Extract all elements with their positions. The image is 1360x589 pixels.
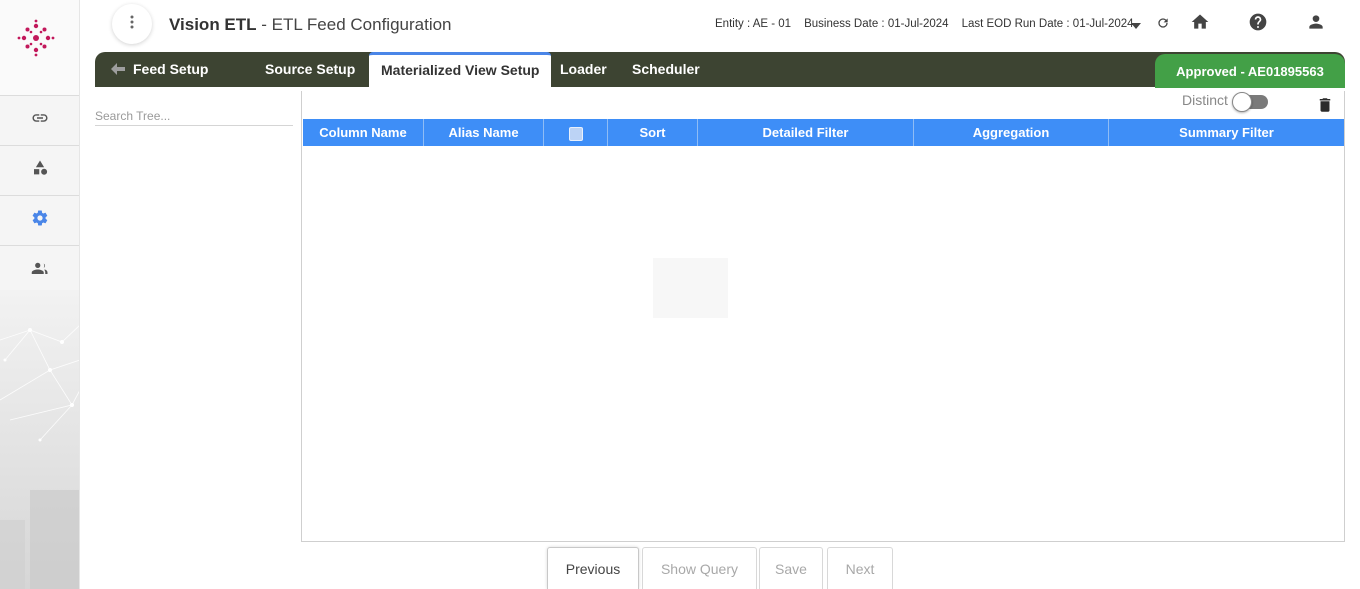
business-date-label: Business Date : bbox=[804, 18, 885, 30]
app-name: Vision ETL bbox=[169, 15, 257, 34]
sidebar-item-settings[interactable] bbox=[0, 195, 79, 245]
tab-source-setup[interactable]: Source Setup bbox=[265, 52, 355, 87]
distinct-toggle-knob bbox=[1232, 92, 1252, 112]
trash-icon bbox=[1316, 98, 1334, 118]
link-icon bbox=[31, 109, 49, 132]
column-header-detailed-filter[interactable]: Detailed Filter bbox=[698, 119, 914, 146]
tab-materialized-view-setup[interactable]: Materialized View Setup bbox=[369, 52, 552, 87]
sidebar-item-users[interactable] bbox=[0, 245, 79, 295]
entity-label: Entity : bbox=[715, 18, 751, 30]
help-button[interactable] bbox=[1248, 12, 1268, 37]
caret-down-icon bbox=[1131, 16, 1141, 34]
tab-materialized-view-setup-label: Materialized View Setup bbox=[381, 62, 540, 78]
eod-date-label: Last EOD Run Date : bbox=[961, 18, 1070, 30]
home-icon bbox=[1190, 12, 1210, 37]
help-icon bbox=[1248, 12, 1268, 37]
business-date-value: 01-Jul-2024 bbox=[887, 18, 949, 30]
left-sidebar bbox=[0, 0, 80, 589]
approval-status-text: Approved - AE01895563 bbox=[1176, 63, 1324, 79]
column-header-sort[interactable]: Sort bbox=[608, 119, 698, 146]
sidebar-background-art bbox=[0, 290, 79, 589]
tab-scheduler-label: Scheduler bbox=[632, 61, 700, 77]
entity-info: Entity : AE - 01 bbox=[715, 18, 791, 30]
tab-feed-setup-label: Feed Setup bbox=[133, 61, 209, 77]
user-profile-button[interactable] bbox=[1306, 14, 1326, 34]
sidebar-item-shapes[interactable] bbox=[0, 145, 79, 195]
column-header-summary-filter[interactable]: Summary Filter bbox=[1109, 119, 1344, 146]
tab-loader-label: Loader bbox=[560, 61, 607, 77]
users-icon bbox=[31, 259, 49, 282]
tab-loader[interactable]: Loader bbox=[560, 52, 607, 87]
grid-header: Column Name Alias Name Sort Detailed Fil… bbox=[303, 119, 1344, 146]
shapes-icon bbox=[31, 159, 49, 182]
tab-source-setup-label: Source Setup bbox=[265, 61, 356, 77]
select-all-checkbox[interactable] bbox=[568, 126, 583, 141]
more-vertical-icon bbox=[125, 14, 139, 35]
column-header-alias-name[interactable]: Alias Name bbox=[424, 119, 544, 146]
approval-status-badge: Approved - AE01895563 bbox=[1155, 54, 1345, 88]
column-header-select-all[interactable] bbox=[544, 119, 608, 146]
previous-button[interactable]: Previous bbox=[547, 547, 639, 589]
save-button[interactable]: Save bbox=[759, 547, 823, 589]
next-button[interactable]: Next bbox=[827, 547, 893, 589]
refresh-icon bbox=[1156, 16, 1170, 35]
search-tree-input[interactable] bbox=[95, 106, 293, 126]
loading-placeholder bbox=[653, 258, 728, 318]
page-title: Vision ETL - ETL Feed Configuration bbox=[169, 15, 452, 35]
eod-date-info: Last EOD Run Date : 01-Jul-2024 bbox=[962, 18, 1134, 30]
tab-scheduler[interactable]: Scheduler bbox=[632, 52, 700, 87]
back-arrow-icon bbox=[111, 53, 125, 88]
tab-feed-setup[interactable]: Feed Setup bbox=[111, 52, 208, 87]
distinct-label: Distinct bbox=[1182, 92, 1228, 108]
context-dropdown-button[interactable] bbox=[1126, 15, 1146, 35]
home-button[interactable] bbox=[1190, 14, 1210, 34]
column-header-column-name[interactable]: Column Name bbox=[303, 119, 424, 146]
column-header-aggregation[interactable]: Aggregation bbox=[914, 119, 1109, 146]
page-subtitle: - ETL Feed Configuration bbox=[256, 15, 452, 34]
entity-value: AE - 01 bbox=[752, 18, 792, 30]
delete-button[interactable] bbox=[1316, 96, 1334, 114]
refresh-button[interactable] bbox=[1153, 15, 1173, 35]
distinct-toggle[interactable] bbox=[1232, 92, 1268, 112]
materialized-view-panel bbox=[301, 91, 1345, 542]
business-date-info: Business Date : 01-Jul-2024 bbox=[804, 18, 948, 30]
app-logo[interactable] bbox=[16, 18, 56, 58]
gear-icon bbox=[31, 209, 49, 232]
sidebar-item-link[interactable] bbox=[0, 95, 79, 145]
header-context-info: Entity : AE - 01 Business Date : 01-Jul-… bbox=[715, 18, 1134, 30]
more-menu-button[interactable] bbox=[112, 4, 152, 44]
person-icon bbox=[1306, 12, 1326, 37]
show-query-button[interactable]: Show Query bbox=[642, 547, 757, 589]
eod-date-value: 01-Jul-2024 bbox=[1072, 18, 1134, 30]
